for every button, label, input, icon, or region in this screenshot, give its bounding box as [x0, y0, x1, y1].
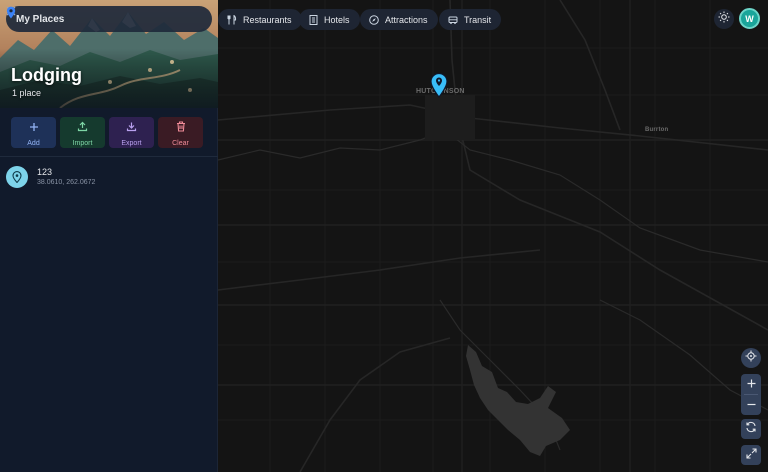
zoom-in-button[interactable] [741, 374, 761, 394]
category-restaurants[interactable]: Restaurants [218, 9, 302, 30]
minus-icon [747, 396, 756, 414]
add-button-label: Add [27, 139, 40, 147]
location-marker[interactable] [429, 72, 449, 98]
action-bar: Add Import Export Clear [11, 117, 203, 148]
collection-title: Lodging [11, 65, 82, 85]
category-transit-label: Transit [464, 14, 492, 25]
avatar[interactable]: W [739, 8, 760, 29]
zoom-out-button[interactable] [741, 395, 761, 415]
search-input[interactable]: My Places [16, 14, 162, 25]
theme-toggle-button[interactable] [714, 9, 734, 29]
my-location-button[interactable] [741, 348, 761, 368]
export-button[interactable]: Export [109, 117, 154, 148]
sun-icon [718, 10, 730, 28]
category-hotels-label: Hotels [324, 14, 350, 25]
category-restaurants-label: Restaurants [243, 14, 292, 25]
place-count: 1 place [12, 88, 42, 98]
bus-icon [448, 15, 458, 25]
category-attractions-label: Attractions [385, 14, 428, 25]
zoom-controls [741, 374, 761, 415]
utensils-icon [227, 14, 237, 25]
crosshair-icon [745, 349, 757, 367]
category-hotels[interactable]: Hotels [299, 9, 360, 30]
expand-icon [745, 446, 757, 464]
close-icon[interactable] [6, 6, 176, 26]
place-coordinates: 38.0610, 262.0672 [37, 178, 96, 186]
category-transit[interactable]: Transit [439, 9, 502, 30]
place-name: 123 [37, 166, 53, 177]
clear-button-label: Clear [172, 139, 189, 147]
places-sidebar: My Places Lodging 1 place Add Import Exp… [0, 0, 218, 472]
compass-icon [369, 14, 379, 25]
fullscreen-button[interactable] [741, 445, 761, 465]
collection-header: My Places Lodging 1 place [0, 0, 218, 108]
app-root: HUTCHINSON Burrton [0, 0, 768, 472]
list-item[interactable]: 123 38.0610, 262.0672 [6, 165, 212, 189]
refresh-icon [745, 420, 757, 438]
category-attractions[interactable]: Attractions [360, 9, 438, 30]
refresh-button[interactable] [741, 419, 761, 439]
divider [0, 156, 218, 157]
download-icon [126, 119, 137, 137]
export-button-label: Export [121, 139, 142, 147]
upload-icon [77, 119, 88, 137]
clear-button[interactable]: Clear [158, 117, 203, 148]
add-button[interactable]: Add [11, 117, 56, 148]
map-label-burrton: Burrton [645, 127, 669, 133]
import-button-label: Import [72, 139, 93, 147]
trash-icon [176, 119, 186, 137]
reservoir-shape [466, 345, 570, 456]
plus-icon [29, 119, 39, 137]
map-pin-icon [6, 166, 28, 188]
plus-icon [747, 375, 756, 393]
import-button[interactable]: Import [60, 117, 105, 148]
building-icon [308, 14, 318, 25]
search-bar[interactable]: My Places [6, 6, 212, 32]
map-pin-icon[interactable] [6, 6, 212, 32]
